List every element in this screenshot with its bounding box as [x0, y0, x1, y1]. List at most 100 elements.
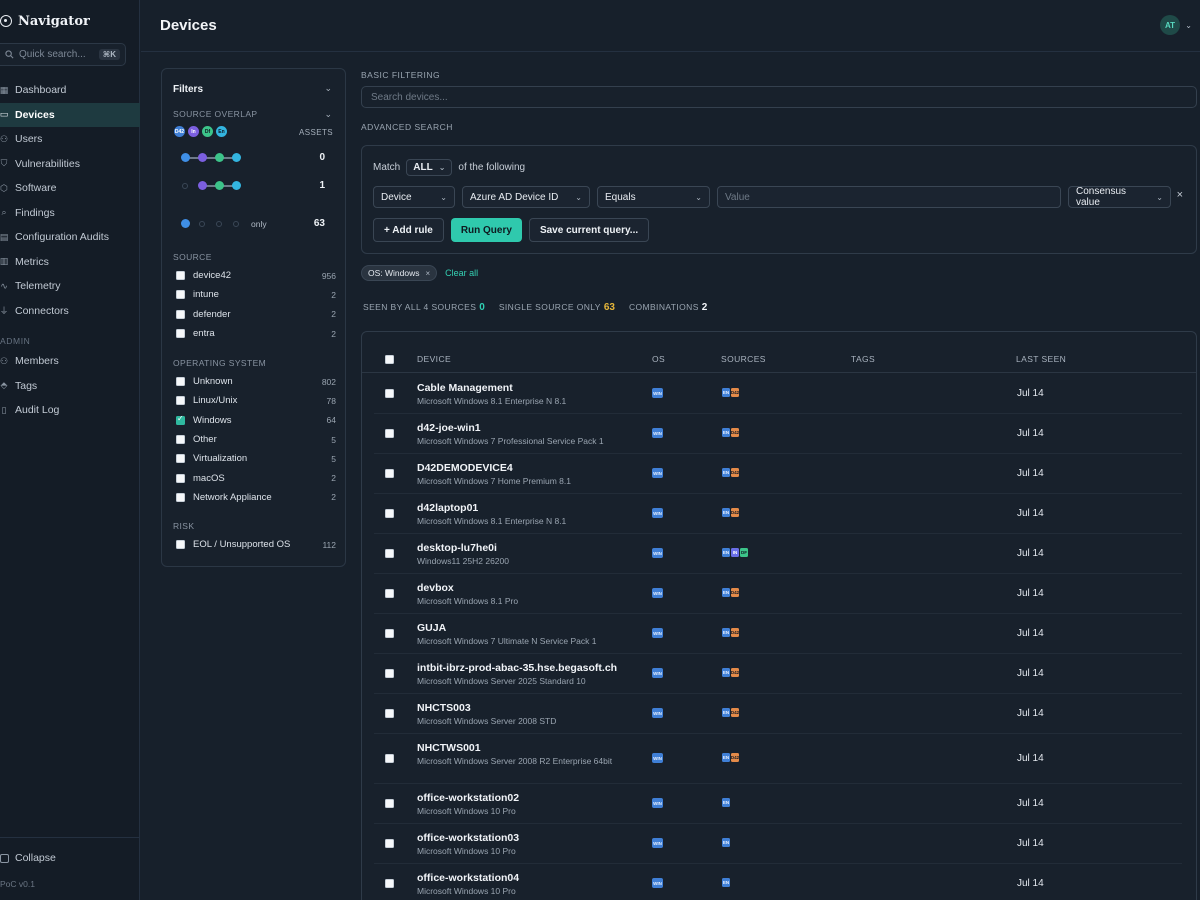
row-checkbox[interactable]	[385, 549, 394, 558]
device-name[interactable]: d42-joe-win1	[417, 422, 481, 434]
add-rule-button[interactable]: + Add rule	[373, 218, 444, 242]
table-row[interactable]: d42laptop01 Microsoft Windows 8.1 Enterpr…	[374, 494, 1182, 534]
rule-value-input[interactable]	[717, 186, 1061, 208]
filter-checkbox[interactable]	[176, 377, 185, 387]
sidebar-item-connectors[interactable]: ⏚ Connectors	[0, 299, 140, 324]
table-row[interactable]: desktop-lu7he0i Windows11 25H2 26200 WIN EN…	[374, 534, 1182, 574]
select-all-checkbox[interactable]	[385, 355, 394, 364]
row-checkbox[interactable]	[385, 709, 394, 718]
source-filter-item[interactable]: defender 2	[176, 305, 336, 324]
clear-all-link[interactable]: Clear all	[445, 268, 478, 278]
row-checkbox[interactable]	[385, 799, 394, 808]
overlap-row-three[interactable]: 1	[181, 180, 333, 192]
table-row[interactable]: Cable Management Microsoft Windows 8.1 En…	[374, 374, 1182, 414]
overlap-row-all[interactable]: 0	[181, 152, 333, 164]
column-device[interactable]: DEVICE	[417, 354, 451, 364]
column-sources[interactable]: SOURCES	[721, 354, 766, 364]
table-row[interactable]: office-workstation02 Microsoft Windows 10…	[374, 784, 1182, 824]
device-name[interactable]: desktop-lu7he0i	[417, 542, 497, 554]
os-filter-item[interactable]: Network Appliance 2	[176, 488, 336, 507]
filter-checkbox[interactable]	[176, 271, 185, 281]
sidebar-item-findings[interactable]: ⌕ Findings	[0, 201, 140, 226]
operator-select[interactable]: Equals ⌄	[597, 186, 710, 208]
brand[interactable]: Navigator	[0, 11, 90, 31]
sidebar-item-configuration-audits[interactable]: ▤ Configuration Audits	[0, 225, 140, 250]
sidebar-item-dashboard[interactable]: ▦ Dashboard	[0, 78, 140, 103]
os-filter-item[interactable]: Unknown 802	[176, 372, 336, 391]
device-name[interactable]: D42DEMODEVICE4	[417, 462, 513, 474]
entity-select[interactable]: Device ⌄	[373, 186, 455, 208]
table-row[interactable]: office-workstation03 Microsoft Windows 10…	[374, 824, 1182, 864]
os-filter-item[interactable]: Windows 64	[176, 411, 336, 430]
filter-checkbox[interactable]	[176, 492, 185, 502]
row-checkbox[interactable]	[385, 879, 394, 888]
device-name[interactable]: intbit-ibrz-prod-abac-35.hse.begasoft.ch	[417, 662, 617, 674]
sidebar-item-devices[interactable]: ▭ Devices	[0, 102, 140, 127]
device-name[interactable]: NHCTWS001	[417, 742, 481, 754]
row-checkbox[interactable]	[385, 669, 394, 678]
device-name[interactable]: office-workstation02	[417, 792, 519, 804]
os-filter-item[interactable]: macOS 2	[176, 468, 336, 487]
row-checkbox[interactable]	[385, 589, 394, 598]
column-last-seen[interactable]: LAST SEEN	[1016, 354, 1066, 364]
filter-checkbox[interactable]	[176, 473, 185, 483]
table-row[interactable]: office-workstation04 Microsoft Windows 10…	[374, 864, 1182, 900]
overlap-row-only[interactable]: only 63	[181, 218, 333, 230]
table-row[interactable]: intbit-ibrz-prod-abac-35.hse.begasoft.ch…	[374, 654, 1182, 694]
filter-checkbox[interactable]	[176, 454, 185, 464]
filter-checkbox[interactable]	[176, 309, 185, 319]
device-name[interactable]: GUJA	[417, 622, 446, 634]
mode-select[interactable]: Consensus value ⌄	[1068, 186, 1171, 208]
filter-chip[interactable]: OS: Windows ×	[361, 265, 438, 281]
save-query-button[interactable]: Save current query...	[528, 218, 650, 242]
os-filter-item[interactable]: Virtualization 5	[176, 449, 336, 468]
sidebar-item-tags[interactable]: ⬘ Tags	[0, 374, 140, 399]
quick-search[interactable]: Quick search... ⌘K	[0, 43, 126, 66]
row-checkbox[interactable]	[385, 389, 394, 398]
risk-filter-item[interactable]: EOL / Unsupported OS 112	[176, 535, 336, 554]
column-tags[interactable]: TAGS	[851, 354, 875, 364]
row-checkbox[interactable]	[385, 509, 394, 518]
row-checkbox[interactable]	[385, 839, 394, 848]
os-filter-item[interactable]: Other 5	[176, 430, 336, 449]
collapse-button[interactable]: Collapse	[0, 852, 56, 864]
device-name[interactable]: NHCTS003	[417, 702, 471, 714]
column-os[interactable]: OS	[652, 354, 665, 364]
device-name[interactable]: d42laptop01	[417, 502, 478, 514]
filter-checkbox[interactable]	[176, 396, 185, 406]
chevron-down-icon[interactable]: ⌄	[324, 83, 332, 94]
device-name[interactable]: office-workstation04	[417, 872, 519, 884]
source-filter-item[interactable]: entra 2	[176, 324, 336, 343]
filter-checkbox[interactable]	[176, 290, 185, 300]
table-row[interactable]: D42DEMODEVICE4 Microsoft Windows 7 Home P…	[374, 454, 1182, 494]
filter-checkbox[interactable]	[176, 540, 185, 550]
avatar[interactable]: AT	[1160, 15, 1180, 35]
chevron-down-icon[interactable]: ⌄	[324, 109, 332, 120]
chevron-down-icon[interactable]: ⌄	[1185, 21, 1192, 30]
row-checkbox[interactable]	[385, 429, 394, 438]
sidebar-item-software[interactable]: ⬡ Software	[0, 176, 140, 201]
table-row[interactable]: GUJA Microsoft Windows 7 Ultimate N Servi…	[374, 614, 1182, 654]
device-name[interactable]: devbox	[417, 582, 454, 594]
sidebar-item-vulnerabilities[interactable]: ⛉ Vulnerabilities	[0, 152, 140, 177]
remove-rule-icon[interactable]: ×	[1177, 189, 1183, 201]
close-icon[interactable]: ×	[426, 269, 431, 278]
table-row[interactable]: d42-joe-win1 Microsoft Windows 7 Professi…	[374, 414, 1182, 454]
device-name[interactable]: Cable Management	[417, 382, 513, 394]
search-devices-input[interactable]	[361, 86, 1197, 108]
os-filter-item[interactable]: Linux/Unix 78	[176, 391, 336, 410]
source-filter-item[interactable]: intune 2	[176, 285, 336, 304]
sidebar-item-telemetry[interactable]: ∿ Telemetry	[0, 274, 140, 299]
sidebar-item-members[interactable]: ⚇ Members	[0, 349, 140, 374]
table-row[interactable]: devbox Microsoft Windows 8.1 Pro WIN EN D42 J…	[374, 574, 1182, 614]
device-name[interactable]: office-workstation03	[417, 832, 519, 844]
sidebar-item-metrics[interactable]: ▥ Metrics	[0, 250, 140, 275]
row-checkbox[interactable]	[385, 754, 394, 763]
filter-checkbox[interactable]	[176, 414, 185, 425]
table-row[interactable]: NHCTS003 Microsoft Windows Server 2008 ST…	[374, 694, 1182, 734]
table-row[interactable]: NHCTWS001 Microsoft Windows Server 2008 R…	[374, 734, 1182, 784]
run-query-button[interactable]: Run Query	[450, 218, 522, 242]
sidebar-item-audit-log[interactable]: ▯ Audit Log	[0, 398, 140, 423]
sidebar-item-users[interactable]: ⚇ Users	[0, 127, 140, 152]
field-select[interactable]: Azure AD Device ID ⌄	[462, 186, 590, 208]
